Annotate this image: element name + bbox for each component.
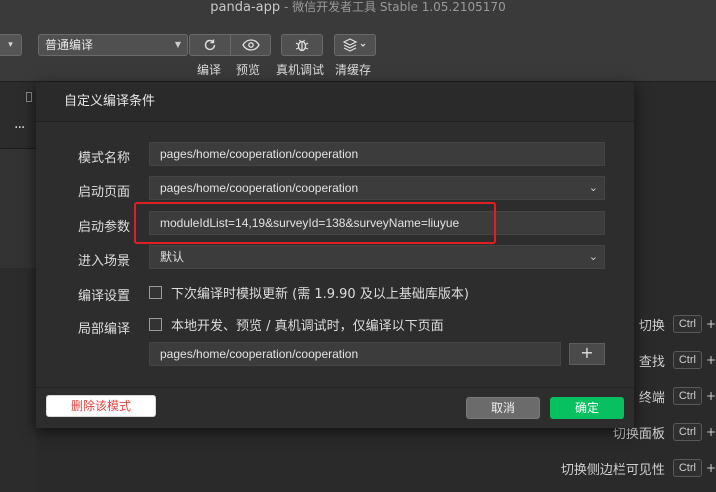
simulate-update-option[interactable]: 下次编译时模拟更新 (需 1.9.90 及以上基础库版本) — [149, 282, 469, 302]
dialog-title: 自定义编译条件 — [36, 82, 634, 122]
compile-button[interactable] — [190, 35, 230, 55]
app-name: panda-app — [210, 0, 281, 15]
scene-value: 默认 — [160, 250, 185, 264]
mode-name-input[interactable]: pages/home/cooperation/cooperation — [149, 142, 605, 166]
compile-preview-group — [189, 34, 271, 56]
shortcut-key: Ctrl — [672, 459, 702, 477]
window-subtitle: - 微信开发者工具 Stable 1.05.2105170 — [280, 0, 506, 14]
chevron-down-icon: ▼ — [174, 40, 181, 49]
compile-settings-label: 编译设置 — [78, 289, 131, 304]
clear-cache-button[interactable] — [335, 35, 375, 55]
clear-cache-label: 清缓存 — [335, 63, 372, 77]
scene-label: 进入场景 — [78, 254, 131, 269]
mode-name-label: 模式名称 — [78, 151, 131, 166]
shortcut-label: 切换 — [638, 318, 665, 334]
compile-label: 编译 — [197, 63, 222, 77]
more-icon[interactable]: ··· — [14, 120, 25, 136]
preview-label: 预览 — [236, 63, 261, 77]
shortcut-plus: + — [705, 461, 716, 475]
partial-compile-checkbox[interactable] — [149, 317, 162, 331]
partial-compile-text: 本地开发、预览 / 真机调试时，仅编译以下页面 — [171, 318, 444, 334]
custom-compile-dialog: 自定义编译条件 模式名称 pages/home/cooperation/coop… — [36, 82, 634, 428]
shortcut-label: 终端 — [638, 390, 665, 406]
delete-mode-button[interactable]: 删除该模式 — [46, 395, 156, 417]
shortcut-row: 终端 Ctrl + — [639, 385, 716, 407]
clear-cache-group — [334, 34, 376, 56]
shortcut-row: 切换 Ctrl + — [639, 313, 716, 335]
start-params-label: 启动参数 — [78, 220, 131, 235]
sidebar-selected-item[interactable] — [0, 148, 36, 268]
confirm-button[interactable]: 确定 — [550, 397, 624, 419]
simulate-update-text: 下次编译时模拟更新 (需 1.9.90 及以上基础库版本) — [171, 286, 469, 302]
toolbar: ▾ 普通编译 ▼ 编译 预览 真机调试 清缓存 — [0, 22, 716, 82]
device-debug-button[interactable] — [282, 35, 322, 55]
simulate-update-checkbox[interactable] — [149, 285, 162, 299]
shortcut-row: 查找 Ctrl + — [639, 349, 716, 371]
shortcut-row: 切换侧边栏可见性 Ctrl + — [561, 457, 716, 479]
simulator-toggle-button[interactable]: ▾ — [0, 34, 22, 56]
preview-button[interactable] — [230, 35, 270, 55]
layers-icon — [342, 38, 366, 52]
shortcut-label: 切换侧边栏可见性 — [560, 462, 665, 478]
eye-icon — [241, 39, 260, 51]
start-page-label: 启动页面 — [78, 185, 131, 200]
partial-compile-page-value: pages/home/cooperation/cooperation — [160, 347, 359, 361]
compile-mode-value: 普通编译 — [45, 38, 94, 52]
refresh-icon — [204, 39, 216, 51]
chevron-down-icon: ⌄ — [588, 182, 598, 194]
add-page-button[interactable]: + — [569, 343, 605, 365]
left-sidebar: ··· — [0, 82, 36, 492]
shortcut-plus: + — [705, 389, 716, 403]
shortcut-key: Ctrl — [672, 387, 702, 405]
compile-mode-select[interactable]: 普通编译 ▼ — [38, 34, 188, 56]
device-debug-label: 真机调试 — [276, 63, 325, 77]
cancel-button[interactable]: 取消 — [466, 397, 540, 419]
partial-compile-label: 局部编译 — [78, 322, 131, 337]
shortcut-plus: + — [705, 425, 716, 439]
shortcut-key: Ctrl — [672, 351, 702, 369]
panel-toggle-icon[interactable] — [26, 92, 32, 102]
partial-compile-option[interactable]: 本地开发、预览 / 真机调试时，仅编译以下页面 — [149, 314, 444, 334]
highlight-annotation — [134, 202, 496, 244]
shortcut-key: Ctrl — [672, 315, 702, 333]
partial-compile-page-input[interactable]: pages/home/cooperation/cooperation — [149, 342, 561, 366]
scene-select[interactable]: 默认 ⌄ — [149, 245, 605, 269]
shortcut-plus: + — [705, 317, 716, 331]
start-page-select[interactable]: pages/home/cooperation/cooperation ⌄ — [149, 176, 605, 200]
shortcut-label: 查找 — [638, 354, 665, 370]
shortcut-plus: + — [705, 353, 716, 367]
title-bar: panda-app - 微信开发者工具 Stable 1.05.2105170 — [0, 0, 716, 22]
mode-name-value: pages/home/cooperation/cooperation — [160, 147, 359, 161]
chevron-down-icon: ⌄ — [588, 251, 598, 263]
shortcut-key: Ctrl — [672, 423, 702, 441]
device-debug-group — [281, 34, 323, 56]
bug-icon — [295, 39, 309, 52]
start-page-value: pages/home/cooperation/cooperation — [160, 181, 359, 195]
